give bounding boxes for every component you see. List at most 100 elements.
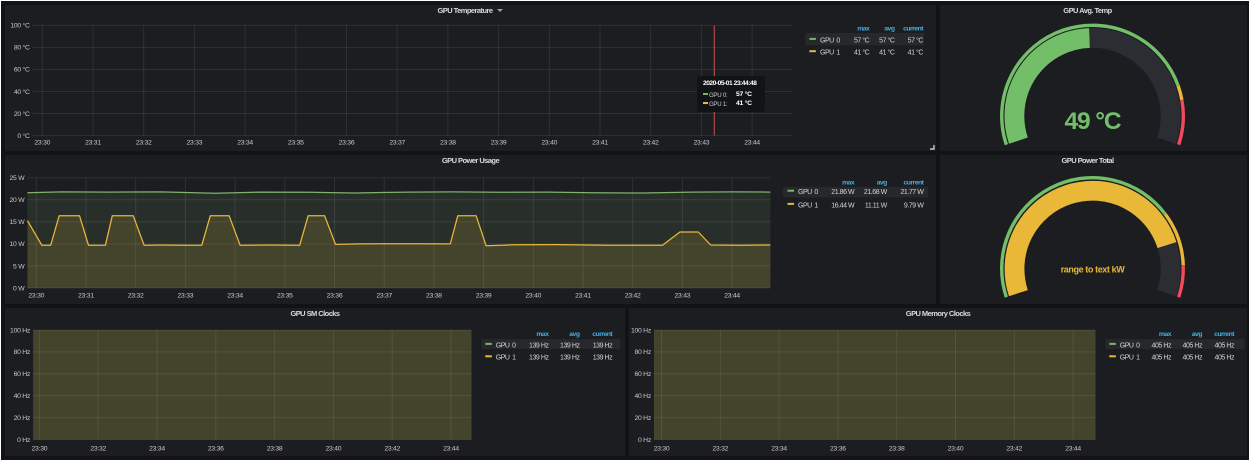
svg-text:max: max (536, 331, 549, 338)
svg-text:10 W: 10 W (10, 241, 26, 248)
svg-text:23:40: 23:40 (326, 446, 342, 453)
svg-text:21.68 W: 21.68 W (864, 189, 888, 196)
svg-text:GPU 0: GPU 0 (798, 189, 818, 196)
svg-text:80 °C: 80 °C (14, 44, 30, 52)
svg-text:23:42: 23:42 (384, 446, 400, 453)
svg-text:23:44: 23:44 (443, 446, 459, 453)
svg-text:23:43: 23:43 (694, 140, 710, 147)
svg-text:139 Hz: 139 Hz (529, 355, 549, 362)
svg-text:0 W: 0 W (13, 285, 25, 292)
svg-text:0 Hz: 0 Hz (17, 437, 31, 444)
svg-text:49 °C: 49 °C (1064, 108, 1121, 135)
svg-text:139 Hz: 139 Hz (560, 342, 580, 349)
svg-text:23:42: 23:42 (625, 293, 641, 300)
svg-text:100 °C: 100 °C (10, 22, 30, 30)
svg-text:5 W: 5 W (13, 263, 25, 270)
svg-text:11.11 W: 11.11 W (865, 202, 888, 209)
svg-text:16.44 W: 16.44 W (831, 202, 855, 209)
svg-text:23:40: 23:40 (541, 140, 557, 147)
svg-text:GPU 0: GPU 0 (820, 37, 840, 44)
svg-text:GPU 0: GPU 0 (1120, 342, 1140, 349)
svg-text:23:41: 23:41 (592, 140, 608, 147)
svg-text:405 Hz: 405 Hz (1152, 355, 1172, 362)
svg-text:23:36: 23:36 (327, 293, 343, 300)
svg-text:21.86 W: 21.86 W (831, 189, 855, 196)
svg-text:avg: avg (884, 26, 895, 33)
svg-text:139 Hz: 139 Hz (529, 342, 549, 349)
svg-text:60 Hz: 60 Hz (14, 371, 31, 378)
svg-text:23:44: 23:44 (1065, 446, 1081, 453)
svg-text:9.79 W: 9.79 W (904, 202, 924, 209)
svg-text:GPU 1: GPU 1 (496, 355, 516, 362)
svg-text:405 Hz: 405 Hz (1215, 342, 1235, 349)
svg-text:23:31: 23:31 (78, 293, 94, 300)
svg-text:23:38: 23:38 (267, 446, 283, 453)
svg-text:21.77 W: 21.77 W (900, 189, 924, 196)
svg-text:avg: avg (877, 180, 888, 187)
svg-text:23:37: 23:37 (389, 140, 405, 147)
svg-text:current: current (903, 180, 924, 187)
svg-text:current: current (592, 331, 613, 338)
svg-text:23:32: 23:32 (136, 140, 152, 147)
svg-text:405 Hz: 405 Hz (1152, 342, 1172, 349)
svg-text:80 Hz: 80 Hz (634, 349, 651, 356)
svg-text:max: max (857, 26, 870, 33)
svg-text:20 Hz: 20 Hz (634, 415, 651, 422)
svg-text:23:37: 23:37 (376, 293, 392, 300)
svg-text:25 W: 25 W (10, 175, 26, 182)
svg-text:41 °C: 41 °C (854, 49, 870, 57)
svg-text:current: current (903, 26, 924, 33)
svg-text:41 °C: 41 °C (908, 49, 924, 57)
svg-text:current: current (1214, 331, 1235, 338)
svg-text:40 Hz: 40 Hz (14, 393, 31, 400)
svg-text:139 Hz: 139 Hz (560, 355, 580, 362)
svg-text:23:32: 23:32 (90, 446, 106, 453)
svg-text:23:38: 23:38 (440, 140, 456, 147)
svg-text:23:40: 23:40 (525, 293, 541, 300)
svg-text:0 °C: 0 °C (17, 132, 30, 140)
svg-text:23:31: 23:31 (85, 140, 101, 147)
svg-text:23:39: 23:39 (476, 293, 492, 300)
svg-text:57 °C: 57 °C (908, 36, 924, 44)
svg-text:23:36: 23:36 (208, 446, 224, 453)
svg-text:23:32: 23:32 (128, 293, 144, 300)
svg-text:23:34: 23:34 (149, 446, 165, 453)
svg-text:23:42: 23:42 (643, 140, 659, 147)
svg-text:20 °C: 20 °C (14, 110, 30, 118)
svg-text:GPU 1: GPU 1 (1120, 355, 1140, 362)
svg-text:23:41: 23:41 (575, 293, 591, 300)
svg-text:23:30: 23:30 (32, 446, 48, 453)
svg-text:60 °C: 60 °C (14, 66, 30, 74)
svg-text:100 Hz: 100 Hz (631, 327, 652, 334)
svg-text:23:35: 23:35 (288, 140, 304, 147)
svg-text:23:36: 23:36 (830, 446, 846, 453)
svg-text:405 Hz: 405 Hz (1183, 342, 1203, 349)
svg-text:23:39: 23:39 (491, 140, 507, 147)
svg-text:0 Hz: 0 Hz (638, 437, 652, 444)
svg-text:23:43: 23:43 (675, 293, 691, 300)
svg-text:40 °C: 40 °C (14, 88, 30, 96)
svg-text:23:42: 23:42 (1006, 446, 1022, 453)
svg-text:23:30: 23:30 (654, 446, 670, 453)
svg-text:avg: avg (569, 331, 580, 338)
svg-text:23:30: 23:30 (28, 293, 44, 300)
svg-text:57 °C: 57 °C (854, 36, 870, 44)
svg-text:max: max (842, 180, 855, 187)
svg-text:100 Hz: 100 Hz (10, 327, 31, 334)
svg-text:57 °C: 57 °C (879, 36, 895, 44)
svg-text:23:33: 23:33 (187, 140, 203, 147)
svg-text:23:34: 23:34 (227, 293, 243, 300)
svg-text:40 Hz: 40 Hz (634, 393, 651, 400)
svg-text:23:40: 23:40 (948, 446, 964, 453)
svg-text:GPU 1: GPU 1 (820, 50, 840, 57)
svg-text:23:34: 23:34 (237, 140, 253, 147)
svg-text:20 W: 20 W (10, 197, 26, 204)
svg-text:range to text kW: range to text kW (1061, 265, 1126, 275)
svg-text:405 Hz: 405 Hz (1215, 355, 1235, 362)
svg-text:23:38: 23:38 (889, 446, 905, 453)
svg-text:15 W: 15 W (10, 219, 26, 226)
svg-text:avg: avg (1192, 331, 1203, 338)
svg-text:max: max (1159, 331, 1172, 338)
svg-text:139 Hz: 139 Hz (593, 342, 613, 349)
svg-text:GPU 0: GPU 0 (496, 342, 516, 349)
